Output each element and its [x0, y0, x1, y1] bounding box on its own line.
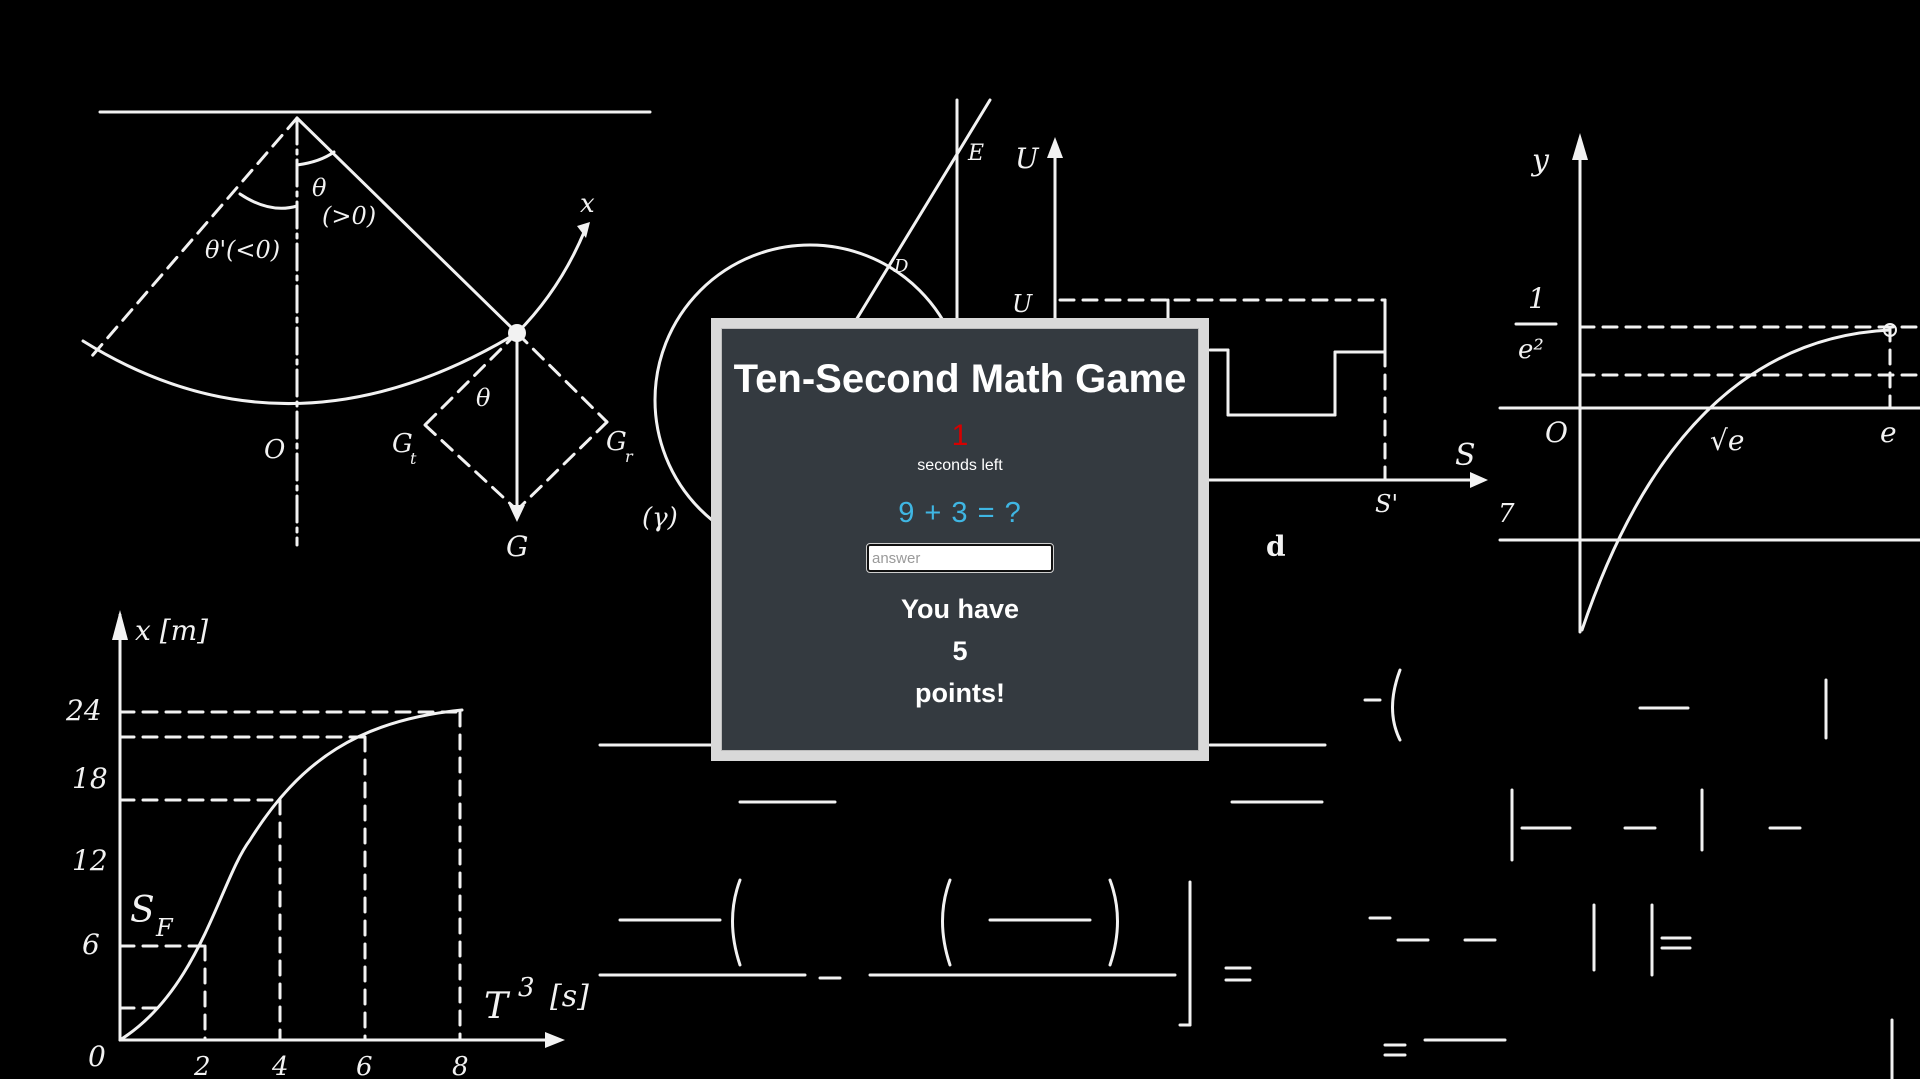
label-theta-prime: θ'(<0)	[205, 236, 280, 264]
label-s1: S'	[1375, 490, 1398, 518]
label-d2: d	[1266, 530, 1286, 563]
tick-12: 12	[72, 844, 108, 877]
game-modal: Ten-Second Math Game 1 seconds left 9 + …	[711, 318, 1209, 761]
answer-input[interactable]	[866, 543, 1054, 573]
math-problem: 9 + 3 = ?	[898, 497, 1022, 529]
tick-6x: 6	[356, 1052, 373, 1079]
tick-0: 0	[88, 1040, 106, 1073]
label-e2: e²	[1518, 335, 1544, 365]
label-d: D	[893, 256, 909, 277]
label-seven: 7	[1498, 499, 1515, 529]
tick-4: 4	[271, 1052, 289, 1079]
score-value: 5	[952, 636, 968, 666]
label-sqrt-e: √e	[1710, 424, 1744, 457]
label-sf: S	[130, 890, 155, 931]
exp-graph: y 1 e² O √e e 7	[1498, 133, 1920, 634]
label-gr: G	[606, 427, 627, 457]
tick-18: 18	[72, 762, 108, 795]
tick-6: 6	[82, 928, 100, 961]
label-origin: O	[264, 435, 285, 465]
label-theta: θ	[312, 174, 327, 202]
tick-8: 8	[452, 1052, 469, 1079]
label-sf-sub: F	[155, 914, 174, 942]
label-s: S	[1455, 438, 1476, 473]
label-gt0: (>0)	[322, 202, 376, 230]
distance-graph: x [m] 24 18 12 6 0 S F 2 4 6 8 T 3 [s]	[65, 610, 589, 1079]
label-u1: U	[1012, 290, 1033, 318]
label-y: y	[1530, 143, 1550, 178]
label-gamma: (γ)	[642, 503, 678, 533]
label-s-unit: [s]	[550, 979, 589, 1014]
label-gt-sub: t	[410, 449, 417, 468]
game-title: Ten-Second Math Game	[733, 357, 1187, 401]
score-suffix: points!	[915, 678, 1005, 708]
label-g: G	[506, 530, 528, 563]
label-e-axis: e	[1880, 416, 1897, 449]
timer-value: 1	[951, 419, 969, 452]
pendulum-diagram: θ'(<0) θ (>0) x O θ G t G r G	[81, 110, 652, 563]
label-t-three: 3	[518, 973, 535, 1003]
score-prefix: You have	[900, 594, 1020, 624]
label-o-y: O	[1545, 416, 1568, 449]
tick-24: 24	[65, 694, 102, 727]
label-xm: x [m]	[135, 614, 208, 647]
answer-wrapper	[721, 543, 1199, 573]
label-gr-sub: r	[625, 447, 634, 466]
tick-2: 2	[193, 1052, 211, 1079]
label-x: x	[580, 189, 595, 219]
label-theta-2: θ	[476, 384, 491, 412]
timer-label: seconds left	[917, 457, 1003, 474]
label-e: E	[967, 141, 984, 166]
label-t: T	[484, 986, 511, 1027]
score-display: You have 5 points!	[721, 588, 1199, 714]
label-one: 1	[1528, 282, 1546, 315]
label-u: U	[1015, 142, 1040, 175]
